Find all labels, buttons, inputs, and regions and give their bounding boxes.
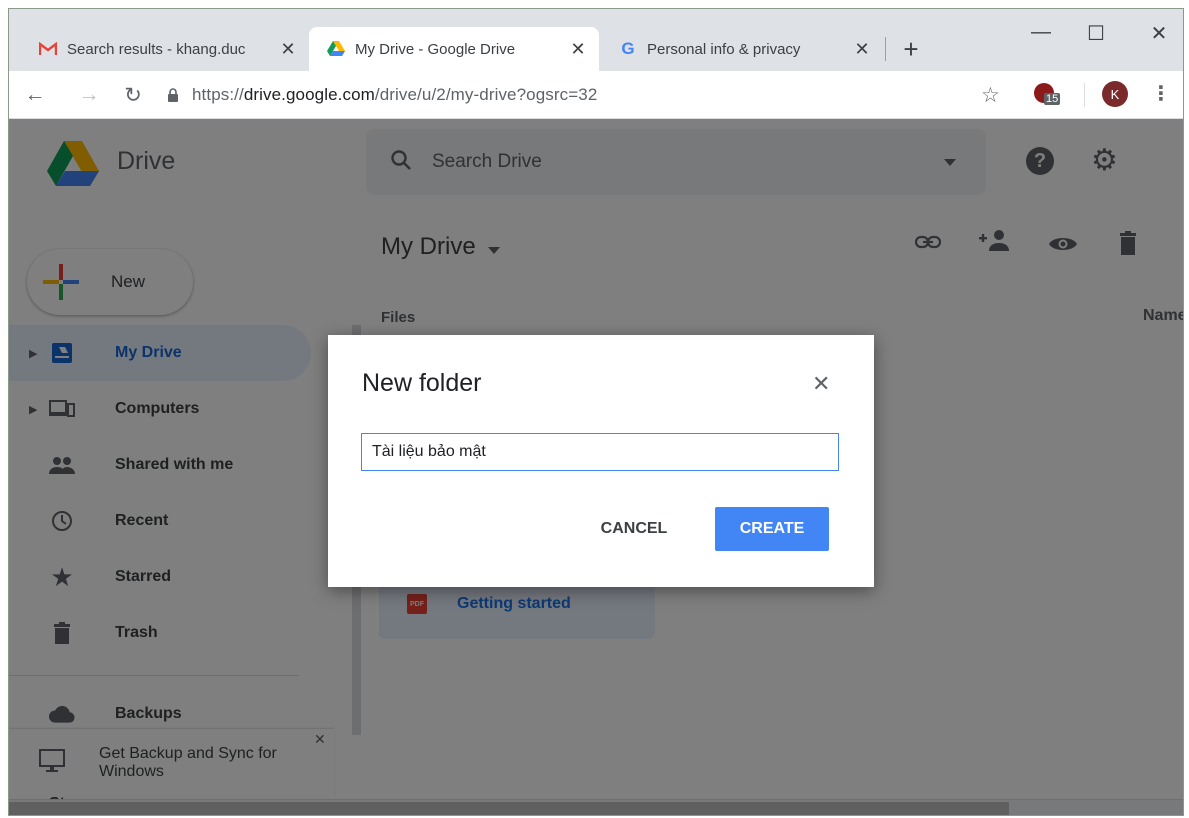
tab-title: My Drive - Google Drive xyxy=(355,40,516,58)
browser-window: Search results - khang.duc ✕ My Drive - … xyxy=(8,8,1184,816)
browser-toolbar: ← → ↻ https://drive.google.com/drive/u/2… xyxy=(9,71,1183,119)
url-path: /drive/u/2/my-drive?ogsrc=32 xyxy=(374,85,598,104)
tab-separator xyxy=(885,37,886,61)
close-tab-icon[interactable]: ✕ xyxy=(567,39,589,60)
url-scheme: https:// xyxy=(192,85,244,104)
tab-drive[interactable]: My Drive - Google Drive ✕ xyxy=(309,27,599,71)
close-window-button[interactable]: ✕ xyxy=(1139,21,1179,46)
drive-icon xyxy=(327,40,345,58)
tab-title: Search results - khang.duc xyxy=(67,40,246,58)
address-bar[interactable]: https://drive.google.com/drive/u/2/my-dr… xyxy=(164,79,1024,111)
tab-title: Personal info & privacy xyxy=(647,40,801,58)
cancel-button[interactable]: CANCEL xyxy=(586,507,682,551)
url-host: drive.google.com xyxy=(243,85,375,104)
extension-badge: 15 xyxy=(1044,93,1061,105)
lock-icon xyxy=(164,88,182,102)
profile-avatar[interactable]: K xyxy=(1102,81,1128,107)
tab-strip: Search results - khang.duc ✕ My Drive - … xyxy=(9,9,1183,71)
toolbar-separator xyxy=(1084,83,1085,107)
reload-icon[interactable]: ↻ xyxy=(121,83,145,108)
browser-menu-icon[interactable]: ⋮ xyxy=(1151,81,1171,106)
close-tab-icon[interactable]: ✕ xyxy=(277,39,299,60)
bookmark-star-icon[interactable]: ☆ xyxy=(981,83,1000,108)
folder-name-input[interactable] xyxy=(361,433,839,471)
new-folder-dialog: New folder ✕ CANCEL CREATE xyxy=(328,335,874,587)
google-icon: G xyxy=(621,39,635,58)
forward-arrow-icon[interactable]: → xyxy=(77,83,101,107)
maximize-button[interactable]: ☐ xyxy=(1076,21,1116,46)
close-icon[interactable]: ✕ xyxy=(812,371,830,397)
tab-google-account[interactable]: G Personal info & privacy ✕ xyxy=(601,27,883,71)
back-arrow-icon[interactable]: ← xyxy=(23,83,47,107)
new-tab-button[interactable]: + xyxy=(899,29,923,69)
extension-icon[interactable]: 15 xyxy=(1034,81,1061,107)
gmail-icon xyxy=(39,40,57,58)
dialog-title: New folder xyxy=(362,369,482,397)
create-button[interactable]: CREATE xyxy=(715,507,829,551)
minimize-button[interactable]: — xyxy=(1021,21,1061,44)
url-text: https://drive.google.com/drive/u/2/my-dr… xyxy=(192,85,597,105)
close-tab-icon[interactable]: ✕ xyxy=(851,39,873,60)
tab-gmail[interactable]: Search results - khang.duc ✕ xyxy=(21,27,309,71)
